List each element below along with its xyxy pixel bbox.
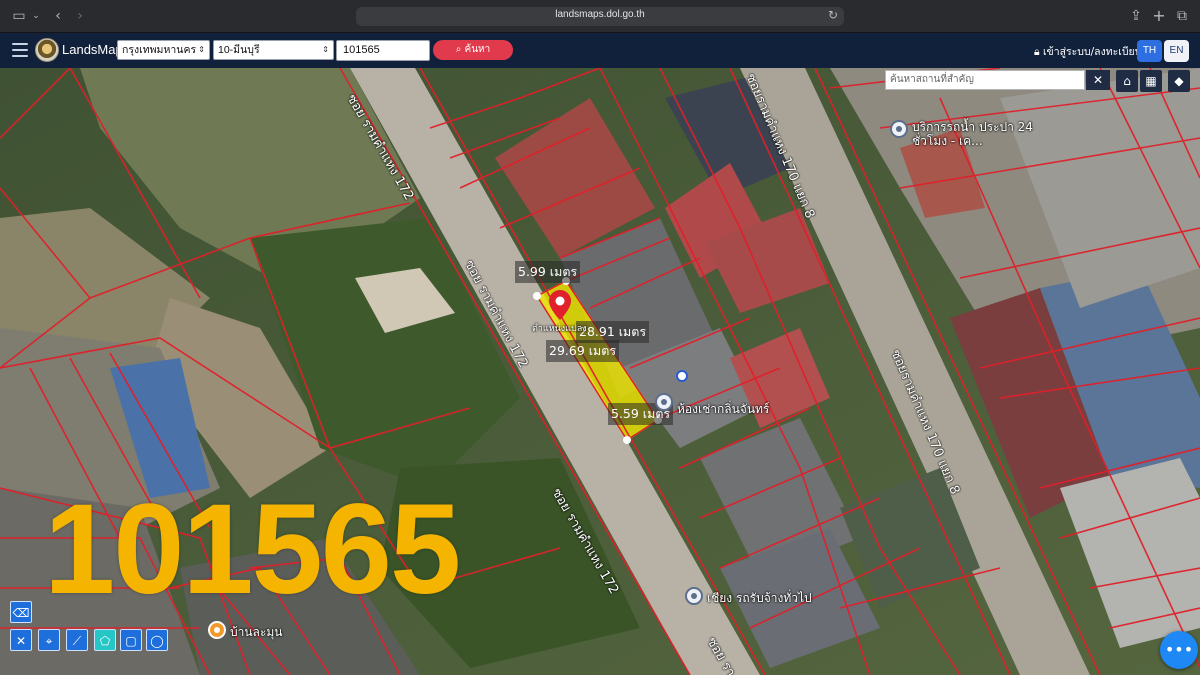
parcel-number-input[interactable]: 101565 (336, 40, 430, 61)
back-icon[interactable]: ‹ (50, 6, 66, 26)
province-value: กรุงเทพมหานคร (122, 44, 197, 56)
measure-top: 5.99 เมตร (515, 261, 581, 283)
measure-side-left: 29.69 เมตร (546, 340, 620, 362)
district-value: 10-มีนบุรี (218, 44, 260, 56)
home-icon[interactable]: ⌂ (1116, 70, 1138, 92)
url-text: landsmaps.dol.go.th (555, 9, 645, 20)
chevron-updown-icon: ⇕ (322, 45, 329, 54)
poi-search-placeholder: ค้นหาสถานที่สำคัญ (890, 74, 974, 85)
poi-car-rental[interactable]: เชียง รถรับจ้างทั่วไป (707, 589, 812, 608)
reload-icon[interactable]: ↻ (828, 8, 838, 22)
poi-pin-icon[interactable] (890, 120, 908, 138)
search-button-label: ค้นหา (464, 44, 491, 55)
district-select[interactable]: 10-มีนบุรี ⇕ (213, 40, 334, 60)
sidebar-icon[interactable]: ▭ (10, 6, 28, 26)
browser-chrome: ▭ ⌄ ‹ › landsmaps.dol.go.th ↻ ⇪ + ⧉ (0, 0, 1200, 33)
poi-baan-lamun[interactable]: บ้านละมุน (230, 623, 282, 642)
chat-icon[interactable]: ••• (1160, 631, 1198, 669)
province-select[interactable]: กรุงเทพมหานคร ⇕ (117, 40, 210, 60)
forward-icon[interactable]: › (72, 6, 88, 26)
grid-icon[interactable]: ▦ (1140, 70, 1162, 92)
chevron-down-icon[interactable]: ⌄ (30, 6, 42, 26)
landsmaps-logo (35, 38, 59, 62)
chevron-updown-icon: ⇕ (198, 45, 205, 54)
map-canvas[interactable]: ซอย รามคำแหง 172 ซอย รามคำแหง 172 ซอย รา… (0, 68, 1200, 675)
rectangle-icon[interactable]: ▢ (120, 629, 142, 651)
line-measure-icon[interactable]: ⟋ (66, 629, 88, 651)
menu-icon[interactable] (12, 43, 28, 57)
address-bar[interactable]: landsmaps.dol.go.th ↻ (356, 7, 844, 26)
parcel-number-overlay: 101565 (44, 478, 461, 621)
poi-pin-icon[interactable] (655, 393, 673, 411)
layers-icon[interactable]: ◆ (1168, 70, 1190, 92)
share-icon[interactable]: ⇪ (1128, 6, 1144, 26)
search-button[interactable]: ⌕ ค้นหา (433, 40, 513, 60)
poi-restaurant-icon[interactable] (208, 621, 226, 639)
lock-icon: 🔒︎ (1034, 46, 1040, 58)
marker-caption: ตำแหน่งแปลง (532, 324, 587, 334)
login-label: เข้าสู่ระบบ/ลงทะเบียน (1042, 46, 1142, 58)
location-pin-icon[interactable] (549, 290, 571, 320)
ruler-icon[interactable]: ✕ (10, 629, 32, 651)
lang-en-button[interactable]: EN (1164, 40, 1189, 62)
poi-water-service[interactable]: บริการรถน้ำ ประปา 24 ชั่วโมง - เค... (912, 120, 1042, 148)
search-icon: ⌕ (455, 44, 462, 55)
new-tab-icon[interactable]: + (1151, 6, 1167, 26)
poi-pin-icon[interactable] (685, 587, 703, 605)
lang-th-button[interactable]: TH (1137, 40, 1162, 62)
login-link[interactable]: 🔒︎ เข้าสู่ระบบ/ลงทะเบียน (1034, 43, 1142, 60)
eraser-icon[interactable]: ⌫ (10, 601, 32, 623)
parcel-number-value: 101565 (343, 44, 380, 56)
tabs-icon[interactable]: ⧉ (1174, 6, 1190, 26)
close-icon[interactable]: ✕ (1086, 70, 1110, 90)
pin-icon[interactable]: ⌖ (38, 629, 60, 651)
app-toolbar: LandsMaps กรุงเทพมหานคร ⇕ 10-มีนบุรี ⇕ 1… (0, 33, 1200, 68)
circle-icon[interactable]: ◯ (146, 629, 168, 651)
poi-search-input[interactable]: ค้นหาสถานที่สำคัญ (885, 70, 1085, 90)
polygon-icon[interactable]: ⬠ (94, 629, 116, 651)
poi-rental-room[interactable]: ห้องเช่ากลิ่นจันทร์ (677, 400, 769, 419)
